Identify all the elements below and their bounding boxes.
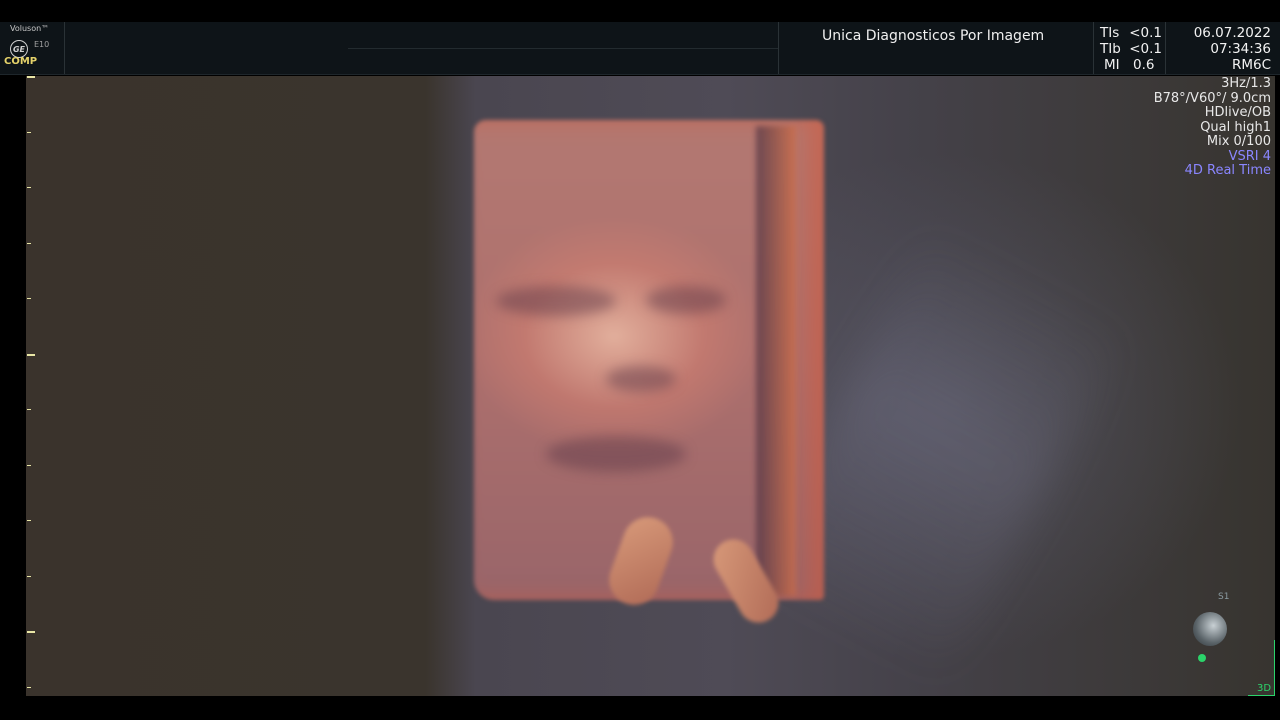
ti-value: <0.1	[1129, 25, 1162, 41]
nose-shadow	[606, 366, 676, 392]
depth-scale	[27, 76, 37, 696]
vsri-label: VSRI 4	[1228, 148, 1271, 164]
orientation-widget[interactable]: S1	[1188, 592, 1240, 664]
scale-tick	[27, 242, 31, 244]
clinic-name: Unica Diagnosticos Por Imagem	[822, 28, 1045, 44]
ti-label: TIb	[1100, 41, 1121, 57]
model-label: E10	[34, 40, 50, 49]
thermal-index-block: TIs <0.1 TIb <0.1 MI 0.6	[1100, 25, 1162, 73]
scale-tick	[27, 353, 35, 356]
info-panel: 3Hz/1.3 B78°/V60°/ 9.0cm HDlive/OB Qual …	[1153, 76, 1271, 179]
volume-edge	[756, 126, 796, 596]
orientation-ball-icon	[1193, 612, 1227, 646]
quality-label: Qual high1	[1200, 119, 1271, 135]
ti-row: TIs <0.1	[1100, 25, 1162, 41]
probe-label: RM6C	[1231, 57, 1271, 73]
header-bar: Voluson™ GE E10 COMP Unica Diagnosticos …	[0, 22, 1280, 75]
orientation-dot-icon	[1198, 654, 1206, 662]
ti-label: MI	[1104, 57, 1120, 73]
ultrasound-image	[26, 76, 1275, 696]
date-label: 06.07.2022	[1193, 25, 1271, 41]
render-label: HDlive/OB	[1204, 105, 1271, 120]
scale-tick	[27, 686, 31, 688]
ti-value: <0.1	[1129, 41, 1162, 57]
mode-label: 4D Real Time	[1184, 163, 1271, 178]
scale-tick	[27, 409, 31, 410]
orientation-label: S1	[1218, 592, 1230, 602]
eye-shadow	[646, 286, 726, 314]
datetime-block: 06.07.2022 07:34:36 RM6C	[1194, 25, 1271, 73]
scale-tick	[27, 131, 31, 133]
ultrasound-screen: Voluson™ GE E10 COMP Unica Diagnosticos …	[0, 0, 1280, 720]
mouth-shadow	[546, 436, 686, 472]
mix-label: Mix 0/100	[1206, 134, 1271, 149]
ti-row: TIb <0.1	[1100, 41, 1162, 57]
corner-marker	[1248, 695, 1275, 696]
scale-tick	[27, 464, 31, 466]
header-divider	[1165, 22, 1166, 74]
ti-value: 0.6	[1133, 57, 1155, 73]
header-divider	[64, 22, 65, 74]
header-divider	[1093, 22, 1094, 74]
frame-rate-label: 3Hz/1.3	[1221, 76, 1271, 91]
brand-label: Voluson™	[10, 24, 50, 33]
eye-shadow	[496, 286, 616, 316]
logo-block: Voluson™ GE E10 COMP	[4, 24, 64, 72]
scale-tick	[27, 76, 35, 78]
comp-label: COMP	[4, 56, 38, 67]
header-line	[348, 48, 778, 49]
scale-tick	[27, 298, 31, 299]
ti-label: TIs	[1100, 25, 1120, 41]
scale-tick	[27, 187, 31, 188]
header-divider	[778, 22, 779, 74]
mode-3d-label: 3D	[1257, 683, 1272, 694]
scale-tick	[27, 575, 31, 577]
corner-marker	[1274, 640, 1275, 696]
ti-row: MI 0.6	[1100, 57, 1162, 73]
time-label: 07:34:36	[1210, 41, 1271, 57]
scale-tick	[27, 631, 35, 633]
scale-tick	[27, 520, 31, 521]
angles-label: B78°/V60°/ 9.0cm	[1153, 90, 1271, 106]
